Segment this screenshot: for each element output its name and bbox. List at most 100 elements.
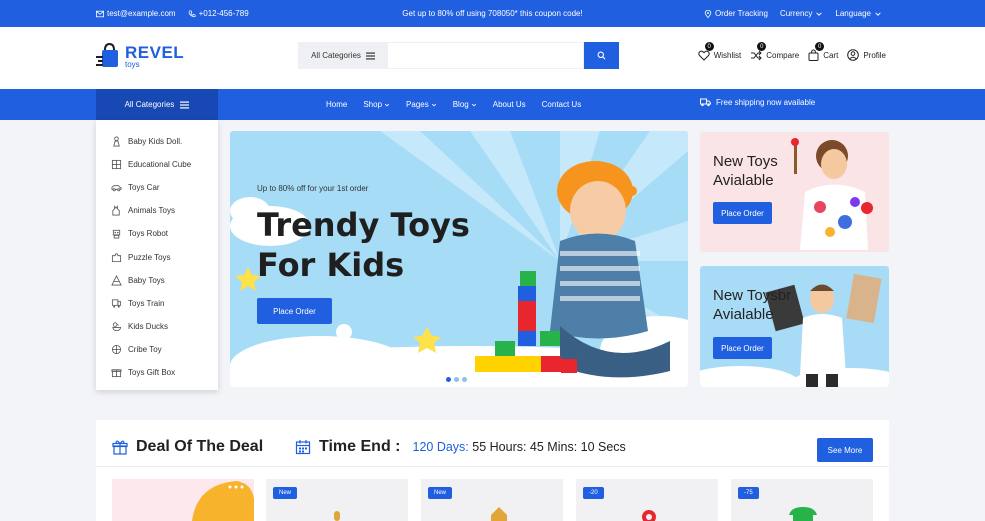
free-shipping-notice: Free shipping now available bbox=[700, 98, 815, 107]
header: REVEL toys All Categories 0 Wishlist 0 C… bbox=[0, 27, 985, 89]
cube-icon bbox=[111, 160, 122, 170]
logo[interactable]: REVEL toys bbox=[96, 42, 184, 70]
category-item-baby-toys[interactable]: Baby Toys bbox=[96, 269, 218, 292]
category-label: Animals Toys bbox=[128, 206, 175, 216]
language-label: Language bbox=[835, 9, 871, 18]
menu-icon bbox=[365, 52, 375, 59]
order-tracking-link[interactable]: Order Tracking bbox=[704, 9, 768, 18]
currency-dropdown[interactable]: Currency bbox=[780, 9, 823, 18]
nav-item-blog[interactable]: Blog bbox=[453, 100, 477, 109]
profile-label: Profile bbox=[863, 50, 886, 60]
truck-icon bbox=[700, 98, 711, 107]
banner-place-order-button[interactable]: Place Order bbox=[713, 202, 772, 224]
wishlist-link[interactable]: 0 Wishlist bbox=[698, 42, 742, 61]
category-label: Toys Gift Box bbox=[128, 367, 176, 377]
all-categories-label: All Categories bbox=[124, 100, 175, 109]
nav-item-home[interactable]: Home bbox=[326, 100, 347, 109]
animal-icon bbox=[112, 205, 120, 216]
hero-place-order-button[interactable]: Place Order bbox=[257, 298, 332, 324]
chevron-down-icon bbox=[816, 11, 823, 16]
hero-subtitle: Up to 80% off for your 1st order bbox=[257, 184, 369, 193]
compare-link[interactable]: 0 Compare bbox=[750, 42, 800, 61]
search-input[interactable] bbox=[388, 42, 584, 69]
deal-card[interactable]: -75 bbox=[731, 479, 873, 521]
user-icon bbox=[847, 49, 860, 61]
chevron-down-icon bbox=[431, 103, 436, 106]
language-dropdown[interactable]: Language bbox=[835, 9, 882, 18]
category-item-gift-box[interactable]: Toys Gift Box bbox=[96, 361, 218, 384]
see-more-button[interactable]: See More bbox=[817, 438, 873, 462]
nav-item-shop[interactable]: Shop bbox=[363, 100, 390, 109]
category-label: Baby Kids Doll. bbox=[128, 137, 183, 147]
category-item-robot[interactable]: Toys Robot bbox=[96, 222, 218, 245]
wishlist-count-badge: 0 bbox=[704, 42, 714, 51]
order-tracking-label: Order Tracking bbox=[715, 9, 768, 18]
category-label: Puzzle Toys bbox=[128, 252, 171, 262]
search-icon bbox=[597, 51, 606, 60]
hero-title-line1: Trendy Toys bbox=[257, 206, 470, 244]
deal-card[interactable]: New bbox=[421, 479, 563, 521]
category-label: Toys Robot bbox=[128, 229, 169, 239]
category-item-crib[interactable]: Cribe Toy bbox=[96, 338, 218, 361]
category-item-train[interactable]: Toys Train bbox=[96, 292, 218, 315]
cart-label: Cart bbox=[823, 50, 839, 60]
train-icon bbox=[111, 299, 122, 308]
banner-place-order-button[interactable]: Place Order bbox=[713, 337, 772, 359]
slider-dots bbox=[446, 377, 467, 382]
hero-slider[interactable]: Up to 80% off for your 1st order Trendy … bbox=[230, 131, 688, 387]
search-bar: All Categories bbox=[298, 42, 619, 69]
search-category-label: All Categories bbox=[311, 51, 361, 60]
category-label: Toys Train bbox=[128, 298, 165, 308]
banner-title-line2: Avialable bbox=[713, 306, 774, 323]
search-button[interactable] bbox=[584, 42, 619, 69]
deal-card-promo[interactable] bbox=[112, 479, 254, 521]
gift-icon bbox=[111, 369, 122, 378]
timer-label: Time End : bbox=[319, 438, 401, 455]
category-item-animals[interactable]: Animals Toys bbox=[96, 199, 218, 222]
slider-dot[interactable] bbox=[446, 377, 451, 382]
category-label: Baby Toys bbox=[128, 275, 165, 285]
compare-label: Compare bbox=[766, 50, 800, 60]
product-image bbox=[789, 507, 817, 521]
cart-link[interactable]: 0 Cart bbox=[808, 42, 839, 61]
main-nav: All Categories Home Shop Pages Blog Abou… bbox=[0, 89, 985, 120]
menu-icon bbox=[180, 101, 190, 108]
nav-item-contact[interactable]: Contact Us bbox=[542, 100, 582, 109]
shopping-bag-logo-icon bbox=[96, 42, 118, 67]
category-item-ducks[interactable]: Kids Ducks bbox=[96, 315, 218, 338]
category-label: Cribe Toy bbox=[128, 344, 162, 354]
profile-link[interactable]: Profile bbox=[847, 49, 886, 61]
timer-rest: 55 Hours: 45 Mins: 10 Secs bbox=[472, 440, 626, 454]
category-item-car[interactable]: Toys Car bbox=[96, 176, 218, 199]
category-item-puzzle[interactable]: Puzzle Toys bbox=[96, 245, 218, 268]
category-item-doll[interactable]: Baby Kids Doll. bbox=[96, 130, 218, 153]
category-item-cube[interactable]: Educational Cube bbox=[96, 153, 218, 176]
crib-icon bbox=[111, 344, 122, 354]
banner-title-line2: Avialable bbox=[713, 172, 774, 189]
search-category-select[interactable]: All Categories bbox=[298, 42, 388, 69]
nav-item-about[interactable]: About Us bbox=[493, 100, 526, 109]
category-dropdown-list: Baby Kids Doll. Educational Cube Toys Ca… bbox=[96, 120, 218, 390]
nav-item-label: Pages bbox=[406, 100, 429, 109]
promo-banner-new-toysbr[interactable]: New Toysbr Avialable Place Order bbox=[700, 266, 889, 387]
hero-title-line2: For Kids bbox=[257, 246, 405, 284]
all-categories-button[interactable]: All Categories bbox=[96, 89, 218, 120]
slider-dot[interactable] bbox=[454, 377, 459, 382]
banner-kid-painting-image bbox=[791, 138, 873, 250]
category-label: Educational Cube bbox=[128, 160, 192, 170]
deal-card[interactable]: -20 bbox=[576, 479, 718, 521]
currency-label: Currency bbox=[779, 9, 813, 18]
deal-card[interactable]: New bbox=[266, 479, 408, 521]
slider-dot[interactable] bbox=[462, 377, 467, 382]
location-pin-icon bbox=[704, 9, 712, 18]
logo-subtitle: toys bbox=[125, 59, 140, 69]
nav-item-pages[interactable]: Pages bbox=[406, 100, 437, 109]
promo-banner-new-toys[interactable]: New Toys Avialable Place Order bbox=[700, 132, 889, 252]
banner-title-line1: New Toysbr bbox=[713, 287, 792, 304]
calendar-icon bbox=[295, 440, 311, 455]
nav-item-label: Shop bbox=[363, 100, 383, 109]
nav-item-label: Contact Us bbox=[541, 100, 582, 109]
deal-section: Deal Of The Deal Time End : 120 Days: 55… bbox=[96, 420, 889, 521]
timer-days: 120 Days: bbox=[412, 440, 469, 454]
wishlist-label: Wishlist bbox=[713, 50, 742, 60]
